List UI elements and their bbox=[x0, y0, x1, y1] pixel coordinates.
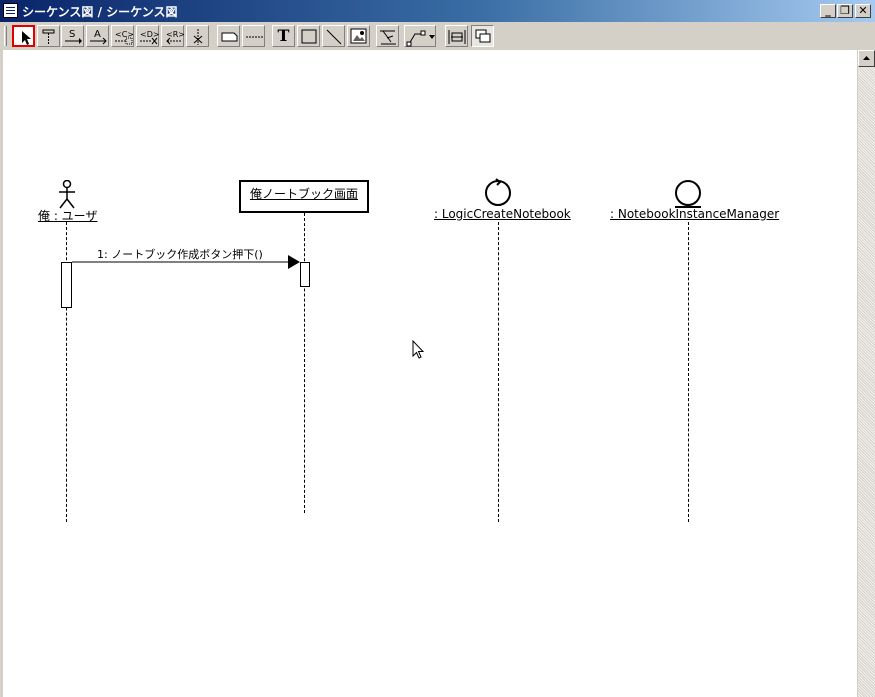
async-message-tool-button[interactable]: A bbox=[86, 25, 109, 47]
note-icon bbox=[221, 32, 238, 42]
svg-text:<C>: <C> bbox=[115, 30, 134, 39]
sync-message-tool-button[interactable]: S bbox=[61, 25, 84, 47]
lifeline-tool-button[interactable] bbox=[37, 25, 60, 47]
note-anchor-icon bbox=[246, 36, 263, 38]
auto-layout-tool-button[interactable] bbox=[376, 25, 399, 47]
auto-layout-icon bbox=[380, 30, 396, 45]
restore-icon: ❐ bbox=[840, 4, 850, 17]
close-button[interactable]: ✕ bbox=[855, 4, 871, 18]
select-arrow-icon bbox=[22, 31, 31, 45]
chevron-down-icon bbox=[429, 35, 435, 39]
create-message-icon: <C> bbox=[115, 30, 134, 45]
async-message-icon: A bbox=[90, 29, 107, 45]
lifeline-logic-create-notebook[interactable] bbox=[498, 222, 499, 522]
stop-tool-button[interactable] bbox=[186, 25, 209, 47]
title-bar[interactable]: シーケンス図 / シーケンス図 _ ❐ ✕ bbox=[0, 0, 875, 22]
resize-icon bbox=[448, 30, 466, 44]
rectangle-icon bbox=[301, 29, 317, 44]
note-tool-button[interactable] bbox=[217, 25, 240, 47]
scroll-up-button[interactable] bbox=[858, 50, 875, 67]
line-icon bbox=[326, 29, 342, 45]
object-box-notebook-screen[interactable]: 俺ノートブック画面 bbox=[239, 180, 369, 213]
lifeline-notebook-instance-manager[interactable] bbox=[688, 222, 689, 522]
reply-message-icon: <R> bbox=[166, 30, 185, 45]
diagram-canvas[interactable]: 俺 : ユーザ 俺ノートブック画面 : LogicCreateNotebook … bbox=[3, 50, 857, 697]
activation-user[interactable] bbox=[61, 262, 72, 308]
resize-tool-button[interactable] bbox=[445, 25, 468, 47]
destroy-message-icon: <D> bbox=[140, 30, 160, 45]
actor-icon[interactable] bbox=[56, 180, 78, 210]
close-icon: ✕ bbox=[858, 4, 868, 17]
scroll-up-icon bbox=[863, 56, 870, 60]
line-style-dropdown[interactable] bbox=[404, 25, 436, 47]
text-tool-button[interactable]: T bbox=[272, 25, 295, 47]
create-message-tool-button[interactable]: <C> bbox=[111, 25, 134, 47]
lifeline-label-notebook-instance-manager[interactable]: : NotebookInstanceManager bbox=[610, 207, 779, 221]
minimize-button[interactable]: _ bbox=[820, 4, 836, 18]
note-anchor-tool-button[interactable] bbox=[242, 25, 265, 47]
reply-message-tool-button[interactable]: <R> bbox=[161, 25, 185, 47]
object-label-notebook-screen: 俺ノートブック画面 bbox=[249, 187, 358, 201]
control-icon[interactable] bbox=[483, 177, 513, 207]
entity-icon[interactable] bbox=[673, 179, 703, 209]
line-tool-button[interactable] bbox=[322, 25, 345, 47]
stop-icon bbox=[193, 29, 203, 45]
svg-text:<D>: <D> bbox=[140, 30, 160, 39]
minimize-icon: _ bbox=[825, 4, 831, 17]
image-icon bbox=[350, 28, 367, 44]
line-style-icon bbox=[406, 30, 435, 47]
lifeline-icon bbox=[42, 29, 55, 44]
app-icon[interactable] bbox=[3, 3, 18, 18]
image-tool-button[interactable] bbox=[347, 25, 370, 47]
vertical-scrollbar[interactable] bbox=[858, 50, 875, 697]
overlap-icon bbox=[475, 29, 491, 43]
svg-text:S: S bbox=[69, 29, 75, 40]
svg-text:<R>: <R> bbox=[166, 30, 185, 39]
toolbar-grip[interactable] bbox=[4, 26, 7, 46]
message-label[interactable]: 1: ノートブック作成ボタン押下() bbox=[97, 246, 263, 262]
lifeline-label-logic-create-notebook[interactable]: : LogicCreateNotebook bbox=[434, 207, 571, 221]
diagram-toolbar: S A <C> <D> <R> T bbox=[0, 22, 875, 50]
select-tool-button[interactable] bbox=[12, 25, 35, 47]
restore-button[interactable]: ❐ bbox=[837, 4, 853, 18]
text-icon: T bbox=[277, 26, 290, 45]
lifeline-notebook-screen[interactable] bbox=[304, 213, 305, 513]
svg-text:A: A bbox=[94, 29, 101, 40]
overlap-tool-button[interactable] bbox=[471, 25, 494, 47]
destroy-message-tool-button[interactable]: <D> bbox=[136, 25, 160, 47]
rectangle-tool-button[interactable] bbox=[297, 25, 320, 47]
sync-message-icon: S bbox=[65, 29, 82, 44]
lifeline-label-user[interactable]: 俺 : ユーザ bbox=[38, 207, 97, 224]
mouse-cursor-icon bbox=[412, 340, 425, 359]
window-title: シーケンス図 / シーケンス図 bbox=[22, 5, 178, 19]
